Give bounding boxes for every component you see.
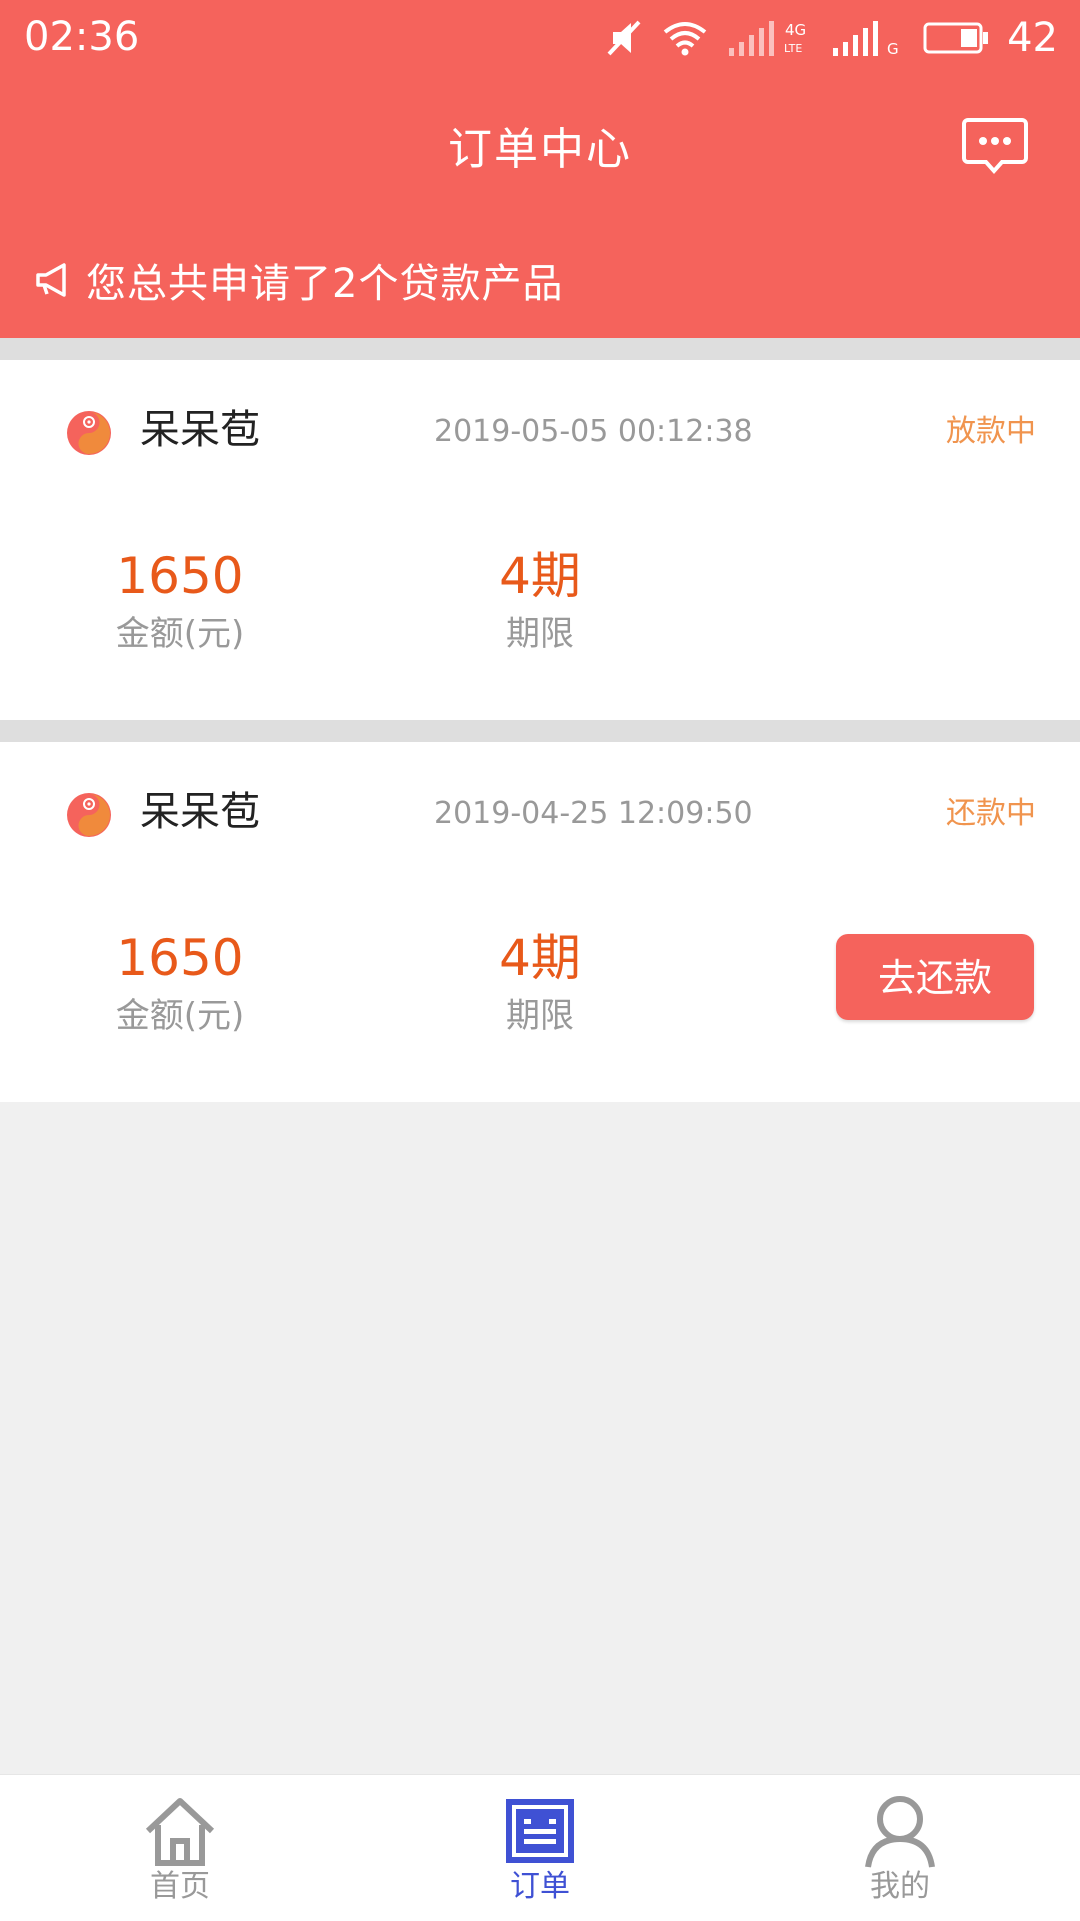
product-name: 呆呆苞	[140, 789, 260, 835]
product-logo-icon	[67, 411, 111, 455]
term-stat: 4期 期限	[420, 927, 660, 1041]
title-bar: 订单中心	[0, 100, 1080, 200]
battery-level: 42	[1007, 15, 1058, 61]
divider	[0, 720, 1080, 742]
amount-stat: 1650 金额(元)	[60, 545, 300, 659]
user-icon	[865, 1796, 935, 1868]
divider	[0, 338, 1080, 360]
header: 02:36 4G LTE G 42 订单中心 您总共申请了2个贷款产品	[0, 0, 1080, 338]
product-logo-icon	[67, 793, 111, 837]
tab-order-label: 订单	[510, 1869, 570, 1904]
tab-mine-label: 我的	[870, 1869, 930, 1904]
term-stat: 4期 期限	[420, 545, 660, 659]
order-time: 2019-04-25 12:09:50	[434, 796, 753, 831]
tab-bar: 首页 订单 我的	[0, 1774, 1080, 1921]
megaphone-icon	[36, 263, 66, 297]
repay-button[interactable]: 去还款	[836, 934, 1034, 1020]
order-icon	[506, 1799, 574, 1863]
svg-text:G: G	[887, 40, 899, 58]
tab-mine[interactable]: 我的	[720, 1775, 1080, 1921]
mute-icon	[607, 20, 641, 56]
status-icons: 4G LTE G 42	[607, 14, 1058, 62]
order-status: 还款中	[946, 796, 1036, 831]
order-card[interactable]: 呆呆苞 2019-05-05 00:12:38 放款中 1650 金额(元) 4…	[0, 360, 1080, 720]
order-time: 2019-05-05 00:12:38	[434, 414, 753, 449]
page-title: 订单中心	[448, 124, 632, 175]
amount-value: 1650	[116, 547, 244, 605]
svg-text:4G: 4G	[785, 21, 806, 39]
term-value: 4期	[499, 547, 581, 605]
term-label: 期限	[506, 996, 574, 1036]
status-bar: 02:36 4G LTE G 42	[0, 0, 1080, 80]
order-status: 放款中	[946, 414, 1036, 449]
notice-bar: 您总共申请了2个贷款产品	[34, 250, 563, 310]
amount-stat: 1650 金额(元)	[60, 927, 300, 1041]
amount-label: 金额(元)	[115, 996, 245, 1036]
term-value: 4期	[499, 929, 581, 987]
amount-label: 金额(元)	[115, 614, 245, 654]
tab-home[interactable]: 首页	[0, 1775, 360, 1921]
wifi-icon	[663, 22, 707, 56]
home-icon	[145, 1798, 215, 1866]
status-time: 02:36	[24, 14, 140, 60]
product-name: 呆呆苞	[140, 407, 260, 453]
order-card[interactable]: 呆呆苞 2019-04-25 12:09:50 还款中 1650 金额(元) 4…	[0, 742, 1080, 1102]
signal-4g-icon: 4G LTE	[729, 21, 806, 56]
message-icon	[962, 118, 1028, 175]
tab-home-label: 首页	[150, 1869, 210, 1904]
message-button[interactable]	[962, 116, 1028, 176]
signal-g-icon: G	[833, 21, 899, 58]
amount-value: 1650	[116, 929, 244, 987]
svg-text:LTE: LTE	[784, 42, 802, 55]
notice-text: 您总共申请了2个贷款产品	[86, 261, 564, 307]
battery-icon	[923, 22, 989, 54]
term-label: 期限	[506, 614, 574, 654]
tab-order[interactable]: 订单	[360, 1775, 720, 1921]
